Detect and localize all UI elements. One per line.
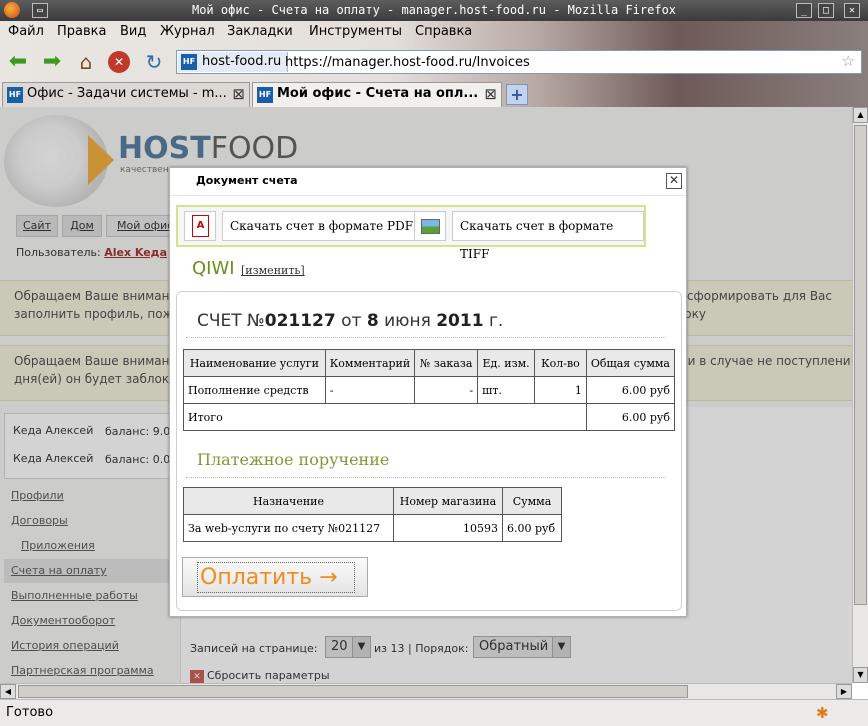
tab-bar: HF Офис - Задачи системы - m... ⊠ HF Мой…: [0, 80, 868, 107]
menu-bar: Файл Правка Вид Журнал Закладки Инструме…: [0, 21, 868, 43]
table-cell: 6.00 руб: [585, 376, 676, 404]
addon-icon[interactable]: ✱: [816, 704, 829, 722]
status-text: Готово: [6, 705, 54, 720]
site-identity-button[interactable]: HF host-food.ru: [178, 52, 289, 72]
change-method-link[interactable]: [изменить]: [241, 264, 305, 277]
bookmark-star-icon[interactable]: ☆: [842, 52, 855, 70]
menu-edit[interactable]: Правка: [57, 24, 106, 39]
invoice-table: Наименование услуги Комментарий № заказа…: [183, 349, 676, 431]
pay-button[interactable]: Оплатить →: [182, 557, 368, 597]
stop-icon[interactable]: ✕: [108, 51, 130, 73]
column-header: Наименование услуги: [183, 349, 326, 377]
table-cell: шт.: [477, 376, 536, 404]
table-header-row: Назначение Номер магазина Сумма: [183, 487, 562, 515]
menu-history[interactable]: Журнал: [160, 24, 215, 39]
site-identity-label: host-food.ru: [202, 54, 282, 69]
column-header: Назначение: [183, 487, 394, 515]
divider: [186, 477, 666, 478]
column-header: Ед. изм.: [477, 349, 536, 377]
scroll-right-icon[interactable]: ▶: [836, 684, 852, 699]
table-cell: -: [414, 376, 479, 404]
url-text[interactable]: https://manager.host-food.ru/Invoices: [285, 53, 530, 73]
invoice-title: СЧЕТ №021127 от 8 июня 2011 г.: [197, 311, 504, 331]
tiff-image-icon[interactable]: [414, 211, 446, 241]
menu-file[interactable]: Файл: [8, 24, 44, 39]
column-header: № заказа: [414, 349, 479, 377]
window-titlebar: ▭ Мой офис - Счета на оплату - manager.h…: [0, 0, 868, 21]
reload-icon[interactable]: ↻: [142, 50, 166, 74]
minimize-button[interactable]: _: [796, 3, 812, 18]
tab-office-tasks[interactable]: HF Офис - Задачи системы - m... ⊠: [2, 82, 250, 107]
back-arrow-icon[interactable]: ⬅: [6, 50, 30, 74]
home-icon[interactable]: ⌂: [74, 50, 98, 74]
payment-method: QIWI: [192, 258, 235, 279]
payment-table: Назначение Номер магазина Сумма За web-у…: [183, 487, 562, 542]
menu-tools[interactable]: Инструменты: [309, 24, 402, 39]
total-label: Итого: [183, 403, 587, 431]
payment-order-title: Платежное поручение: [197, 450, 390, 469]
column-header: Сумма: [502, 487, 562, 515]
menu-view[interactable]: Вид: [120, 24, 146, 39]
column-header: Номер магазина: [393, 487, 503, 515]
vertical-scrollbar[interactable]: ▲ ▼: [852, 107, 868, 683]
dialog-title: Документ счета: [170, 168, 686, 196]
column-header: Кол-во: [534, 349, 587, 377]
table-cell: За web-услуги по счету №021127: [183, 514, 394, 542]
divider: [186, 337, 666, 338]
tab-close-icon[interactable]: ⊠: [232, 83, 245, 105]
scroll-thumb[interactable]: [854, 125, 867, 605]
table-cell: 6.00 руб: [502, 514, 562, 542]
status-bar: Готово ✱: [0, 699, 868, 726]
table-row: Пополнение средств - - шт. 1 6.00 руб: [183, 376, 676, 404]
close-button[interactable]: ✕: [844, 3, 860, 18]
address-bar[interactable]: HF host-food.ru https://manager.host-foo…: [176, 50, 862, 74]
tab-label: Офис - Задачи системы - m...: [27, 86, 227, 101]
site-favicon-icon: HF: [181, 54, 197, 70]
new-tab-button[interactable]: +: [506, 84, 528, 105]
download-pdf-button[interactable]: Скачать счет в формате PDF: [222, 211, 422, 241]
window-title: Мой офис - Счета на оплату - manager.hos…: [191, 3, 677, 17]
forward-arrow-icon[interactable]: ➡: [40, 50, 64, 74]
scroll-down-icon[interactable]: ▼: [853, 667, 868, 683]
scroll-up-icon[interactable]: ▲: [853, 107, 868, 123]
maximize-button[interactable]: □: [818, 3, 834, 18]
tab-close-icon[interactable]: ⊠: [484, 83, 497, 105]
table-cell: 10593: [393, 514, 503, 542]
total-value: 6.00 руб: [585, 403, 676, 431]
table-cell: 1: [534, 376, 587, 404]
pay-button-label: Оплатить →: [197, 562, 355, 593]
table-header-row: Наименование услуги Комментарий № заказа…: [183, 349, 676, 377]
table-total-row: Итого 6.00 руб: [183, 403, 676, 431]
scroll-thumb[interactable]: [18, 685, 688, 698]
table-row: За web-услуги по счету №021127 10593 6.0…: [183, 514, 562, 542]
pdf-icon[interactable]: A: [184, 211, 216, 241]
menu-bookmarks[interactable]: Закладки: [227, 24, 293, 39]
scroll-left-icon[interactable]: ◀: [0, 684, 16, 699]
tab-invoices[interactable]: HF Мой офис - Счета на опл... ⊠: [252, 82, 502, 107]
column-header: Общая сумма: [585, 349, 676, 377]
column-header: Комментарий: [324, 349, 416, 377]
table-cell: -: [324, 376, 416, 404]
download-tiff-button[interactable]: Скачать счет в формате TIFF: [452, 211, 644, 261]
tab-label: Мой офис - Счета на опл...: [277, 86, 479, 101]
tab-favicon-icon: HF: [7, 87, 23, 103]
table-cell: Пополнение средств: [183, 376, 326, 404]
download-options: A Скачать счет в формате PDF Скачать сче…: [176, 205, 646, 261]
close-icon[interactable]: ✕: [666, 173, 682, 189]
menu-help[interactable]: Справка: [415, 24, 472, 39]
tab-favicon-icon: HF: [257, 87, 273, 103]
horizontal-scrollbar[interactable]: ◀ ▶: [0, 683, 852, 699]
